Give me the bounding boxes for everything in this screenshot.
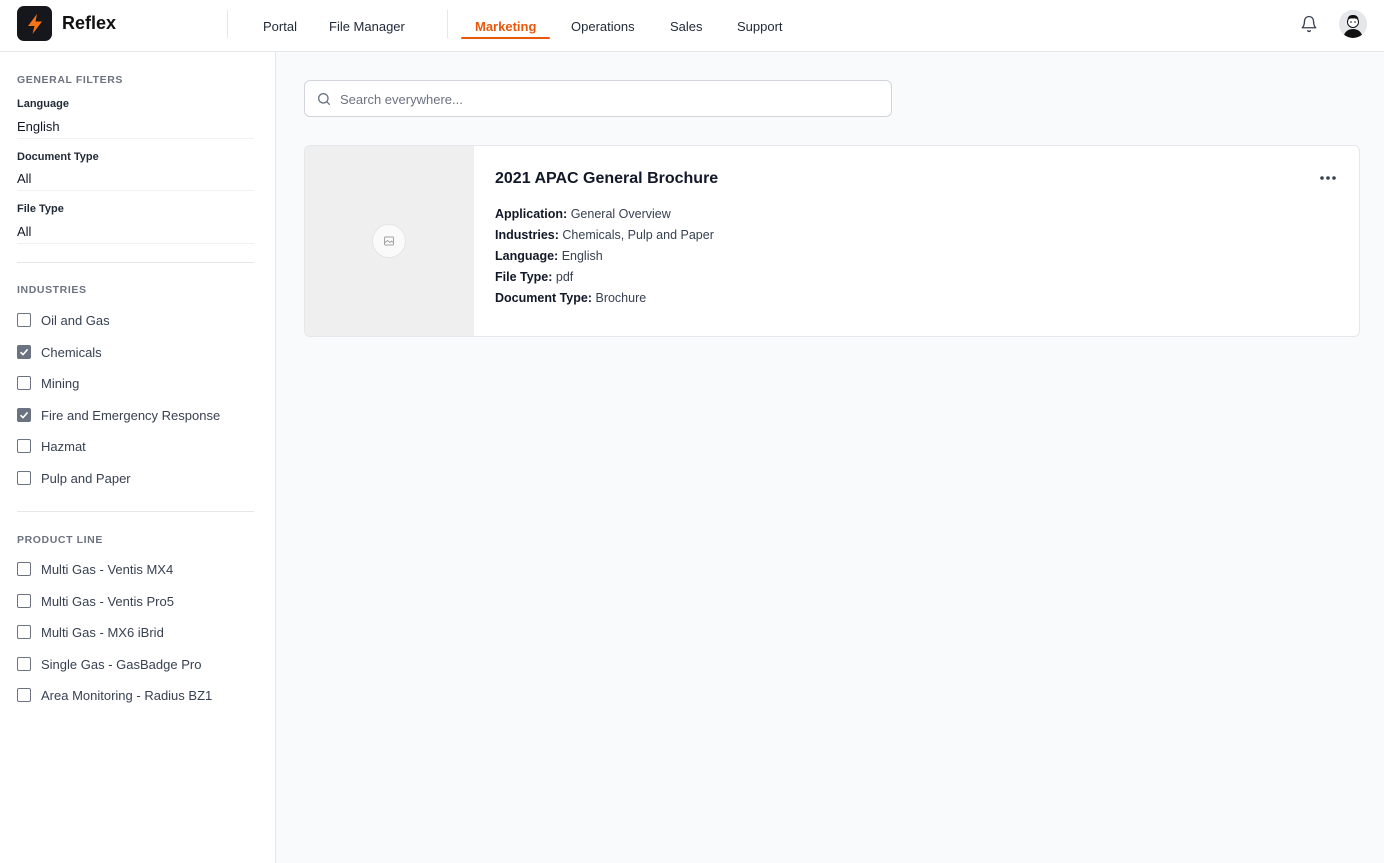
checkbox-label: Hazmat <box>41 438 86 454</box>
checkmark-icon <box>19 411 29 419</box>
checkbox-label: Pulp and Paper <box>41 470 131 486</box>
top-header: Reflex Portal File Manager Marketing Ope… <box>0 0 1384 52</box>
search-bar[interactable] <box>304 80 892 117</box>
nav-support[interactable]: Support <box>737 0 783 52</box>
industry-checkbox-hazmat[interactable]: Hazmat <box>17 437 86 455</box>
checkbox-box[interactable] <box>17 625 31 639</box>
more-horizontal-icon <box>1320 176 1336 180</box>
product-checkbox-ventis-mx4[interactable]: Multi Gas - Ventis MX4 <box>17 560 173 578</box>
checkbox-box[interactable] <box>17 345 31 359</box>
search-icon <box>318 93 330 105</box>
image-placeholder-icon <box>372 224 406 258</box>
nav-divider <box>447 10 448 38</box>
product-checkbox-ventis-pro5[interactable]: Multi Gas - Ventis Pro5 <box>17 592 174 610</box>
checkbox-box[interactable] <box>17 562 31 576</box>
file-type-filter-label: File Type <box>17 203 64 215</box>
checkbox-box[interactable] <box>17 439 31 453</box>
meta-application: Application: General Overview <box>495 207 671 221</box>
active-tab-indicator <box>461 37 550 39</box>
brand-logo[interactable] <box>17 6 52 41</box>
checkbox-label: Oil and Gas <box>41 312 110 328</box>
section-divider <box>17 511 254 512</box>
lightning-icon <box>27 13 42 34</box>
nav-sales[interactable]: Sales <box>670 0 703 52</box>
industry-checkbox-oil-and-gas[interactable]: Oil and Gas <box>17 311 110 329</box>
document-type-filter-label: Document Type <box>17 151 99 163</box>
meta-document-type: Document Type: Brochure <box>495 291 647 305</box>
notifications-button[interactable] <box>1298 13 1320 35</box>
checkmark-icon <box>19 348 29 356</box>
checkbox-label: Multi Gas - Ventis Pro5 <box>41 593 174 609</box>
meta-industries: Industries: Chemicals, Pulp and Paper <box>495 228 714 242</box>
checkbox-box[interactable] <box>17 594 31 608</box>
industry-checkbox-chemicals[interactable]: Chemicals <box>17 343 102 361</box>
meta-file-type: File Type: pdf <box>495 270 574 284</box>
industry-checkbox-fire-and-emergency-response[interactable]: Fire and Emergency Response <box>17 406 220 424</box>
checkbox-box[interactable] <box>17 313 31 327</box>
checkbox-label: Mining <box>41 375 80 391</box>
file-type-select[interactable]: All <box>17 224 254 244</box>
section-divider <box>17 262 254 263</box>
checkbox-box[interactable] <box>17 471 31 485</box>
checkbox-box[interactable] <box>17 657 31 671</box>
industries-title: INDUSTRIES <box>17 284 87 296</box>
product-checkbox-mx6-ibrid[interactable]: Multi Gas - MX6 iBrid <box>17 623 164 641</box>
nav-portal[interactable]: Portal <box>263 0 297 52</box>
more-options-button[interactable] <box>1315 168 1341 188</box>
product-line-title: PRODUCT LINE <box>17 534 103 546</box>
checkbox-label: Area Monitoring - Radius BZ1 <box>41 687 213 703</box>
checkbox-label: Fire and Emergency Response <box>41 407 221 423</box>
nav-divider <box>227 10 228 38</box>
checkbox-label: Chemicals <box>41 344 102 360</box>
checkbox-label: Multi Gas - Ventis MX4 <box>41 561 174 577</box>
user-avatar-icon <box>1339 10 1367 38</box>
language-filter-label: Language <box>17 98 69 110</box>
industry-checkbox-mining[interactable]: Mining <box>17 374 79 392</box>
checkbox-box[interactable] <box>17 688 31 702</box>
document-title[interactable]: 2021 APAC General Brochure <box>495 170 718 188</box>
document-type-select[interactable]: All <box>17 171 254 191</box>
language-select[interactable]: English <box>17 119 254 139</box>
checkbox-label: Multi Gas - MX6 iBrid <box>41 624 164 640</box>
nav-operations[interactable]: Operations <box>571 0 635 52</box>
nav-marketing[interactable]: Marketing <box>475 0 536 52</box>
search-input[interactable] <box>340 89 880 109</box>
meta-language: Language: English <box>495 249 603 263</box>
bell-icon <box>1301 15 1317 33</box>
general-filters-title: GENERAL FILTERS <box>17 74 124 86</box>
industry-checkbox-pulp-and-paper[interactable]: Pulp and Paper <box>17 469 131 487</box>
product-checkbox-gasbadge-pro[interactable]: Single Gas - GasBadge Pro <box>17 655 201 673</box>
document-thumbnail <box>305 146 474 336</box>
checkbox-box[interactable] <box>17 376 31 390</box>
checkbox-label: Single Gas - GasBadge Pro <box>41 656 202 672</box>
brand-name: Reflex <box>62 13 117 33</box>
document-card[interactable]: 2021 APAC General Brochure Application: … <box>304 145 1360 337</box>
checkbox-box[interactable] <box>17 408 31 422</box>
product-checkbox-radius-bz1[interactable]: Area Monitoring - Radius BZ1 <box>17 686 212 704</box>
filters-sidebar: GENERAL FILTERS Language English Documen… <box>0 52 276 863</box>
nav-file-manager[interactable]: File Manager <box>329 0 405 52</box>
user-avatar[interactable] <box>1339 10 1367 38</box>
